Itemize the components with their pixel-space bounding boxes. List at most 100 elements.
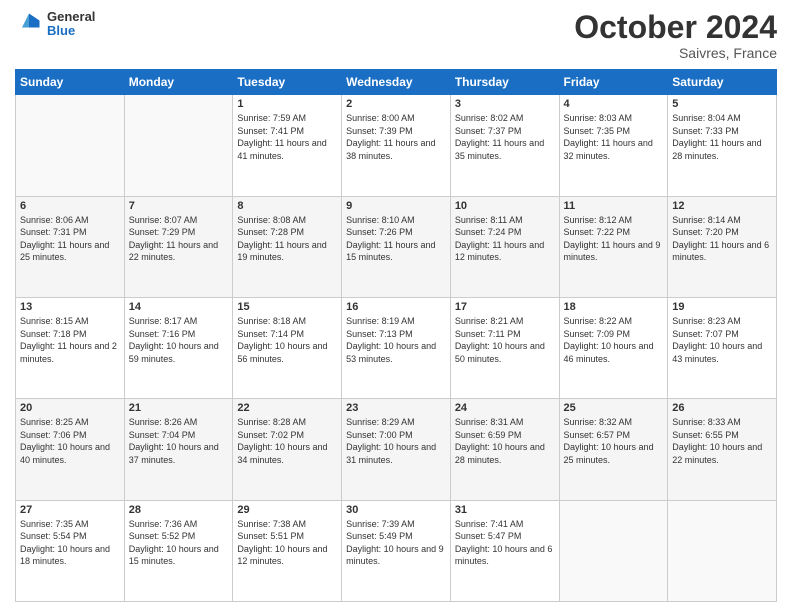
calendar-cell (124, 95, 233, 196)
calendar-cell: 19 Sunrise: 8:23 AMSunset: 7:07 PMDaylig… (668, 297, 777, 398)
day-number: 10 (455, 200, 555, 212)
day-number: 23 (346, 402, 446, 414)
day-number: 20 (20, 402, 120, 414)
day-number: 24 (455, 402, 555, 414)
day-number: 30 (346, 504, 446, 516)
day-number: 12 (672, 200, 772, 212)
calendar-cell: 2 Sunrise: 8:00 AMSunset: 7:39 PMDayligh… (342, 95, 451, 196)
day-info: Sunrise: 8:10 AMSunset: 7:26 PMDaylight:… (346, 214, 446, 264)
calendar-cell (668, 500, 777, 601)
calendar-cell: 4 Sunrise: 8:03 AMSunset: 7:35 PMDayligh… (559, 95, 668, 196)
calendar-cell: 20 Sunrise: 8:25 AMSunset: 7:06 PMDaylig… (16, 399, 125, 500)
day-number: 7 (129, 200, 229, 212)
calendar-week-4: 27 Sunrise: 7:35 AMSunset: 5:54 PMDaylig… (16, 500, 777, 601)
calendar-cell: 31 Sunrise: 7:41 AMSunset: 5:47 PMDaylig… (450, 500, 559, 601)
day-info: Sunrise: 7:38 AMSunset: 5:51 PMDaylight:… (237, 518, 337, 568)
col-tuesday: Tuesday (233, 70, 342, 95)
logo-icon (15, 10, 43, 38)
col-wednesday: Wednesday (342, 70, 451, 95)
calendar-cell: 23 Sunrise: 8:29 AMSunset: 7:00 PMDaylig… (342, 399, 451, 500)
day-info: Sunrise: 8:23 AMSunset: 7:07 PMDaylight:… (672, 315, 772, 365)
calendar-cell: 25 Sunrise: 8:32 AMSunset: 6:57 PMDaylig… (559, 399, 668, 500)
day-info: Sunrise: 8:31 AMSunset: 6:59 PMDaylight:… (455, 416, 555, 466)
logo: General Blue (15, 10, 95, 39)
location: Saivres, France (574, 45, 777, 61)
day-number: 6 (20, 200, 120, 212)
day-info: Sunrise: 8:00 AMSunset: 7:39 PMDaylight:… (346, 112, 446, 162)
calendar-cell: 9 Sunrise: 8:10 AMSunset: 7:26 PMDayligh… (342, 196, 451, 297)
header: General Blue October 2024 Saivres, Franc… (15, 10, 777, 61)
title-block: October 2024 Saivres, France (574, 10, 777, 61)
calendar-cell: 29 Sunrise: 7:38 AMSunset: 5:51 PMDaylig… (233, 500, 342, 601)
day-info: Sunrise: 8:29 AMSunset: 7:00 PMDaylight:… (346, 416, 446, 466)
day-number: 28 (129, 504, 229, 516)
day-number: 31 (455, 504, 555, 516)
day-number: 8 (237, 200, 337, 212)
day-number: 1 (237, 98, 337, 110)
day-number: 9 (346, 200, 446, 212)
day-info: Sunrise: 8:33 AMSunset: 6:55 PMDaylight:… (672, 416, 772, 466)
day-number: 13 (20, 301, 120, 313)
day-number: 19 (672, 301, 772, 313)
calendar-cell: 8 Sunrise: 8:08 AMSunset: 7:28 PMDayligh… (233, 196, 342, 297)
calendar-cell: 24 Sunrise: 8:31 AMSunset: 6:59 PMDaylig… (450, 399, 559, 500)
day-info: Sunrise: 8:03 AMSunset: 7:35 PMDaylight:… (564, 112, 664, 162)
calendar-week-2: 13 Sunrise: 8:15 AMSunset: 7:18 PMDaylig… (16, 297, 777, 398)
calendar-cell: 10 Sunrise: 8:11 AMSunset: 7:24 PMDaylig… (450, 196, 559, 297)
calendar-table: Sunday Monday Tuesday Wednesday Thursday… (15, 69, 777, 602)
calendar-week-1: 6 Sunrise: 8:06 AMSunset: 7:31 PMDayligh… (16, 196, 777, 297)
col-friday: Friday (559, 70, 668, 95)
calendar-cell: 28 Sunrise: 7:36 AMSunset: 5:52 PMDaylig… (124, 500, 233, 601)
calendar-cell: 26 Sunrise: 8:33 AMSunset: 6:55 PMDaylig… (668, 399, 777, 500)
logo-text: General Blue (47, 10, 95, 39)
day-info: Sunrise: 8:12 AMSunset: 7:22 PMDaylight:… (564, 214, 664, 264)
day-info: Sunrise: 7:39 AMSunset: 5:49 PMDaylight:… (346, 518, 446, 568)
calendar-cell: 11 Sunrise: 8:12 AMSunset: 7:22 PMDaylig… (559, 196, 668, 297)
day-info: Sunrise: 7:59 AMSunset: 7:41 PMDaylight:… (237, 112, 337, 162)
day-number: 16 (346, 301, 446, 313)
day-info: Sunrise: 8:17 AMSunset: 7:16 PMDaylight:… (129, 315, 229, 365)
day-info: Sunrise: 8:06 AMSunset: 7:31 PMDaylight:… (20, 214, 120, 264)
calendar-week-0: 1 Sunrise: 7:59 AMSunset: 7:41 PMDayligh… (16, 95, 777, 196)
day-number: 2 (346, 98, 446, 110)
page: General Blue October 2024 Saivres, Franc… (0, 0, 792, 612)
day-number: 25 (564, 402, 664, 414)
calendar-cell: 7 Sunrise: 8:07 AMSunset: 7:29 PMDayligh… (124, 196, 233, 297)
day-info: Sunrise: 7:41 AMSunset: 5:47 PMDaylight:… (455, 518, 555, 568)
col-thursday: Thursday (450, 70, 559, 95)
day-info: Sunrise: 8:08 AMSunset: 7:28 PMDaylight:… (237, 214, 337, 264)
day-info: Sunrise: 8:15 AMSunset: 7:18 PMDaylight:… (20, 315, 120, 365)
logo-blue: Blue (47, 24, 95, 38)
calendar-cell (559, 500, 668, 601)
day-info: Sunrise: 8:02 AMSunset: 7:37 PMDaylight:… (455, 112, 555, 162)
calendar-cell: 17 Sunrise: 8:21 AMSunset: 7:11 PMDaylig… (450, 297, 559, 398)
day-number: 11 (564, 200, 664, 212)
day-number: 5 (672, 98, 772, 110)
calendar-cell (16, 95, 125, 196)
day-number: 29 (237, 504, 337, 516)
day-number: 22 (237, 402, 337, 414)
day-number: 14 (129, 301, 229, 313)
calendar-cell: 18 Sunrise: 8:22 AMSunset: 7:09 PMDaylig… (559, 297, 668, 398)
calendar-cell: 3 Sunrise: 8:02 AMSunset: 7:37 PMDayligh… (450, 95, 559, 196)
month-title: October 2024 (574, 10, 777, 45)
col-monday: Monday (124, 70, 233, 95)
calendar-header-row: Sunday Monday Tuesday Wednesday Thursday… (16, 70, 777, 95)
logo-general: General (47, 10, 95, 24)
day-info: Sunrise: 8:32 AMSunset: 6:57 PMDaylight:… (564, 416, 664, 466)
calendar-cell: 6 Sunrise: 8:06 AMSunset: 7:31 PMDayligh… (16, 196, 125, 297)
calendar-cell: 12 Sunrise: 8:14 AMSunset: 7:20 PMDaylig… (668, 196, 777, 297)
day-info: Sunrise: 7:36 AMSunset: 5:52 PMDaylight:… (129, 518, 229, 568)
day-info: Sunrise: 8:18 AMSunset: 7:14 PMDaylight:… (237, 315, 337, 365)
calendar-cell: 15 Sunrise: 8:18 AMSunset: 7:14 PMDaylig… (233, 297, 342, 398)
col-sunday: Sunday (16, 70, 125, 95)
day-info: Sunrise: 8:22 AMSunset: 7:09 PMDaylight:… (564, 315, 664, 365)
calendar-cell: 5 Sunrise: 8:04 AMSunset: 7:33 PMDayligh… (668, 95, 777, 196)
calendar-cell: 16 Sunrise: 8:19 AMSunset: 7:13 PMDaylig… (342, 297, 451, 398)
day-info: Sunrise: 8:21 AMSunset: 7:11 PMDaylight:… (455, 315, 555, 365)
calendar-cell: 27 Sunrise: 7:35 AMSunset: 5:54 PMDaylig… (16, 500, 125, 601)
day-info: Sunrise: 8:25 AMSunset: 7:06 PMDaylight:… (20, 416, 120, 466)
day-info: Sunrise: 8:26 AMSunset: 7:04 PMDaylight:… (129, 416, 229, 466)
day-info: Sunrise: 8:04 AMSunset: 7:33 PMDaylight:… (672, 112, 772, 162)
calendar-cell: 22 Sunrise: 8:28 AMSunset: 7:02 PMDaylig… (233, 399, 342, 500)
